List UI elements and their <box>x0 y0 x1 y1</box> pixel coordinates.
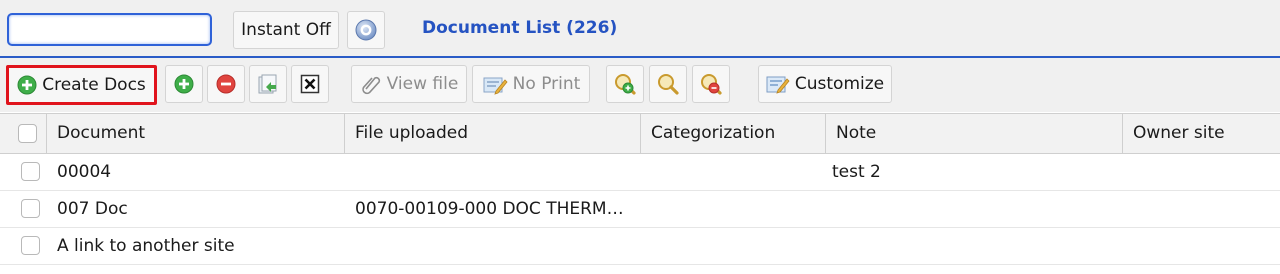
top-bar: Instant Off Document List (226) <box>0 0 1280 58</box>
instant-toggle-button[interactable]: Instant Off <box>233 11 339 49</box>
search-input[interactable] <box>7 13 212 46</box>
instant-toggle-label: Instant Off <box>241 20 331 40</box>
column-header-categorization[interactable]: Categorization <box>641 114 826 153</box>
owner-site-cell <box>1133 154 1273 190</box>
table-row[interactable]: 00004 test 2 <box>0 154 1280 191</box>
paperclip-icon <box>360 73 382 95</box>
zoom-icon <box>656 72 680 96</box>
zoom-in-button[interactable] <box>606 65 644 103</box>
note-cell <box>832 228 1117 264</box>
create-docs-button[interactable]: Create Docs <box>6 65 157 105</box>
help-icon <box>355 19 377 41</box>
table-header: Document File uploaded Categorization No… <box>0 113 1280 154</box>
column-header-file-uploaded[interactable]: File uploaded <box>345 114 641 153</box>
add-button[interactable] <box>165 65 203 103</box>
customize-icon <box>766 73 790 95</box>
customize-button[interactable]: Customize <box>758 65 892 103</box>
categorization-cell <box>651 228 821 264</box>
add-icon <box>17 75 37 95</box>
file-uploaded-cell: 0070-00109-000 DOC THERMO… <box>355 199 635 219</box>
column-header-document[interactable]: Document <box>47 114 345 153</box>
column-header-owner-site[interactable]: Owner site <box>1123 114 1280 153</box>
view-file-label: View file <box>386 74 459 94</box>
zoom-out-icon <box>699 72 723 96</box>
categorization-cell <box>651 154 821 190</box>
owner-site-cell <box>1133 228 1273 264</box>
select-all-cell <box>0 114 47 153</box>
categorization-cell <box>651 191 821 227</box>
page-title: Document List (226) <box>422 18 618 38</box>
document-cell[interactable]: 00004 <box>57 154 337 190</box>
no-print-label: No Print <box>512 74 581 94</box>
row-checkbox[interactable] <box>21 199 40 218</box>
remove-button[interactable] <box>207 65 245 103</box>
zoom-in-icon <box>613 72 637 96</box>
refresh-button[interactable] <box>249 65 287 103</box>
remove-icon <box>216 74 236 94</box>
add-icon <box>174 74 194 94</box>
close-box-icon <box>300 74 320 94</box>
refresh-icon <box>256 73 280 95</box>
file-uploaded-cell <box>355 228 635 264</box>
zoom-button[interactable] <box>649 65 687 103</box>
note-cell <box>832 191 1117 227</box>
document-cell[interactable]: 007 Doc <box>57 191 337 227</box>
row-checkbox[interactable] <box>21 162 40 181</box>
note-cell: test 2 <box>832 162 881 182</box>
print-edit-icon <box>482 73 508 95</box>
customize-label: Customize <box>794 74 885 94</box>
no-print-button[interactable]: No Print <box>472 65 590 103</box>
zoom-out-button[interactable] <box>692 65 730 103</box>
select-all-checkbox[interactable] <box>18 124 37 143</box>
table-row[interactable]: 007 Doc 0070-00109-000 DOC THERMO… <box>0 191 1280 228</box>
row-checkbox[interactable] <box>21 236 40 255</box>
document-cell[interactable]: A link to another site <box>57 228 337 264</box>
delete-box-button[interactable] <box>291 65 329 103</box>
view-file-button[interactable]: View file <box>351 65 467 103</box>
toolbar: Create Docs View file No Print Customize <box>0 58 1280 112</box>
create-docs-label: Create Docs <box>42 75 146 95</box>
file-uploaded-cell <box>355 154 635 190</box>
owner-site-cell <box>1133 191 1273 227</box>
table-row[interactable]: A link to another site <box>0 228 1280 265</box>
help-button[interactable] <box>347 11 385 49</box>
column-header-note[interactable]: Note <box>826 114 1123 153</box>
